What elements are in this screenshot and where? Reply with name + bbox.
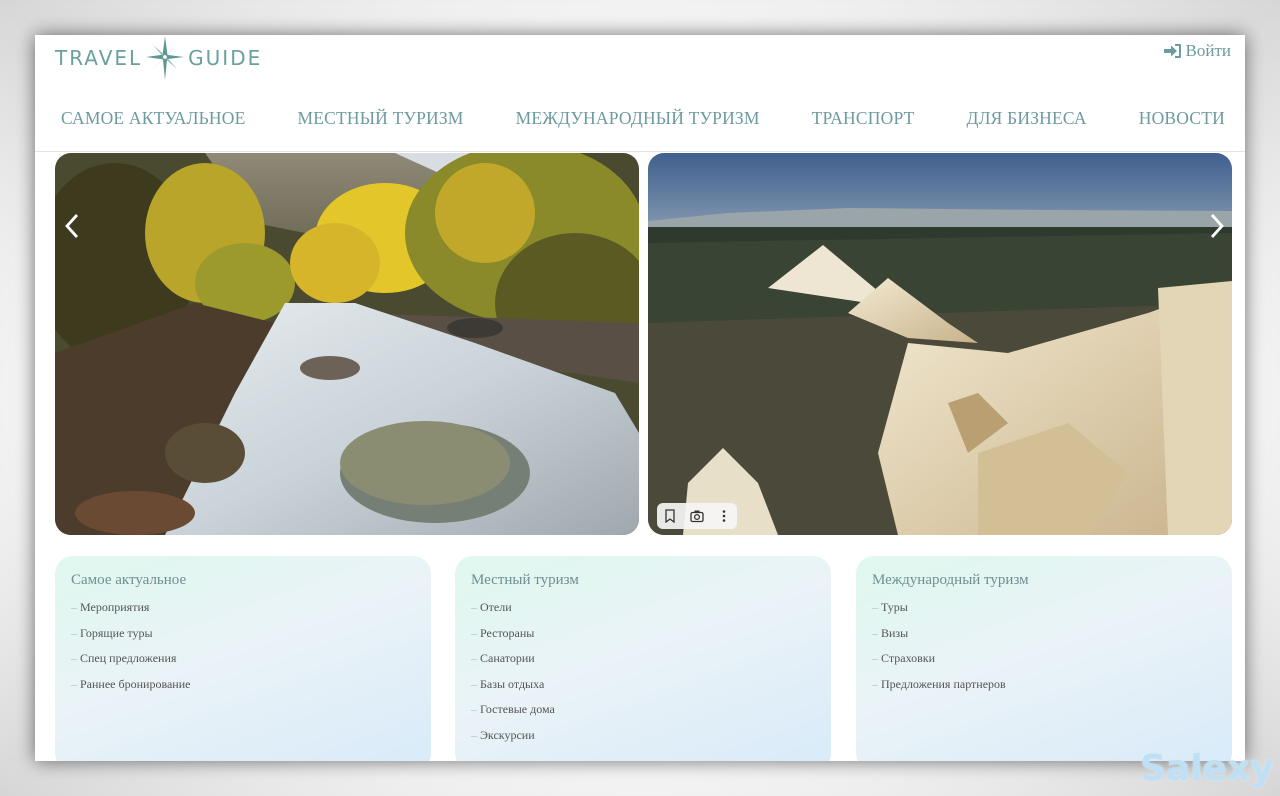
nav-item-news[interactable]: НОВОСТИ [1139,101,1225,141]
canyon-photo [648,153,1232,535]
more-vertical-icon [722,510,725,522]
main-nav: САМОЕ АКТУАЛЬНОЕ МЕСТНЫЙ ТУРИЗМ МЕЖДУНАР… [35,101,1245,141]
carousel-slide-river[interactable] [55,153,639,535]
card-link-tours[interactable]: Туры [872,599,1216,625]
sign-in-icon [1163,44,1181,58]
card-link-list: Отели Рестораны Санатории Базы отдыха Го… [471,599,815,752]
logo[interactable]: TRAVEL GUIDE [55,36,263,80]
card-link-guest-houses[interactable]: Гостевые дома [471,701,815,727]
card-link-excursions[interactable]: Экскурсии [471,727,815,753]
chevron-left-icon [65,214,79,238]
header-divider [35,151,1245,152]
river-photo [55,153,639,535]
card-title[interactable]: Самое актуальное [71,572,415,589]
card-link-special-offers[interactable]: Спец предложения [71,650,415,676]
card-link-hotels[interactable]: Отели [471,599,815,625]
carousel-prev-button[interactable] [61,211,85,241]
carousel-next-button[interactable] [1204,211,1228,241]
card-title[interactable]: Международный туризм [872,572,1216,589]
watermark: Salexy [1140,748,1274,789]
card-link-recreation-bases[interactable]: Базы отдыха [471,676,815,702]
card-title[interactable]: Местный туризм [471,572,815,589]
category-card-top: Самое актуальное Мероприятия Горящие тур… [55,556,431,761]
card-link-list: Туры Визы Страховки Предложения партнеро… [872,599,1216,701]
card-link-sanatoriums[interactable]: Санатории [471,650,815,676]
carousel-slide-canyon[interactable] [648,153,1232,535]
card-link-visas[interactable]: Визы [872,625,1216,651]
category-card-international-tourism: Международный туризм Туры Визы Страховки… [856,556,1232,761]
nav-item-local-tourism[interactable]: МЕСТНЫЙ ТУРИЗМ [297,101,463,141]
category-card-local-tourism: Местный туризм Отели Рестораны Санатории… [455,556,831,761]
card-link-insurance[interactable]: Страховки [872,650,1216,676]
camera-icon [690,510,704,523]
logo-text-travel: TRAVEL [55,46,143,70]
camera-button[interactable] [687,506,707,526]
nav-item-top[interactable]: САМОЕ АКТУАЛЬНОЕ [61,101,245,141]
more-options-button[interactable] [714,506,734,526]
page: TRAVEL GUIDE Войти САМОЕ АКТУАЛЬНОЕ МЕСТ… [35,35,1245,761]
nav-item-transport[interactable]: ТРАНСПОРТ [812,101,915,141]
login-label: Войти [1185,41,1231,60]
nav-item-business[interactable]: ДЛЯ БИЗНЕСА [966,101,1086,141]
login-link[interactable]: Войти [1163,41,1231,61]
logo-text-guide: GUIDE [188,46,263,70]
nav-item-international-tourism[interactable]: МЕЖДУНАРОДНЫЙ ТУРИЗМ [516,101,760,141]
bookmark-icon [665,509,675,523]
compass-star-icon [146,36,185,80]
chevron-right-icon [1210,214,1224,238]
image-tools-overlay [657,503,737,529]
card-link-early-booking[interactable]: Раннее бронирование [71,676,415,702]
bookmark-button[interactable] [660,506,680,526]
card-link-restaurants[interactable]: Рестораны [471,625,815,651]
card-link-list: Мероприятия Горящие туры Спец предложени… [71,599,415,701]
card-link-events[interactable]: Мероприятия [71,599,415,625]
card-link-hot-tours[interactable]: Горящие туры [71,625,415,651]
card-link-partner-offers[interactable]: Предложения партнеров [872,676,1216,702]
